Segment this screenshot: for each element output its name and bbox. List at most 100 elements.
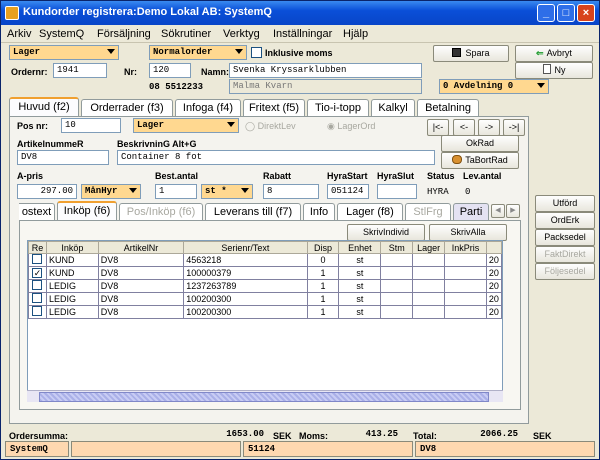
ny-button[interactable]: Ny	[515, 62, 593, 79]
row-enhet[interactable]: st	[338, 292, 382, 306]
grid-row[interactable]: LEDIG DV8 100200300 1st 20	[28, 305, 502, 319]
checkbox[interactable]	[32, 293, 43, 303]
tab-huvud[interactable]: Huvud (f2)	[9, 97, 79, 117]
row-extra[interactable]: 20	[485, 279, 502, 293]
apris-field[interactable]: 297.00	[17, 184, 77, 199]
row-enhet[interactable]: st	[338, 279, 382, 293]
row-inkpris[interactable]	[444, 266, 487, 280]
row-inkop[interactable]: LEDIG	[45, 305, 99, 319]
tab-orderrader[interactable]: Orderrader (f3)	[81, 99, 173, 117]
row-inkpris[interactable]	[444, 292, 487, 306]
nr-field[interactable]: 120	[149, 63, 191, 78]
row-enhet[interactable]: st	[338, 253, 382, 267]
row-inkpris[interactable]	[444, 253, 487, 267]
faktdirekt-button[interactable]: FaktDirekt	[535, 246, 595, 263]
col-serienr[interactable]: Serienr/Text	[183, 241, 308, 254]
row-serienr[interactable]: 100200300	[183, 292, 308, 306]
row-extra[interactable]: 20	[485, 305, 502, 319]
row-lager[interactable]	[412, 292, 446, 306]
row-artikelnr[interactable]: DV8	[97, 279, 185, 293]
row-inkpris[interactable]	[444, 305, 487, 319]
col-enhet[interactable]: Enhet	[338, 241, 382, 254]
posnr-field[interactable]: 10	[61, 118, 121, 133]
row-inkop[interactable]: KUND	[45, 266, 99, 280]
order-type-combo[interactable]: Normalorder	[149, 45, 247, 60]
row-inkpris[interactable]	[444, 279, 487, 293]
row-checkbox[interactable]: ✓	[28, 266, 47, 280]
tab-tio-i-topp[interactable]: Tio-i-topp	[307, 99, 369, 117]
tab-parti[interactable]: Parti	[453, 203, 489, 221]
tab-infoga[interactable]: Infoga (f4)	[175, 99, 241, 117]
tab-scroll-left-button[interactable]: ◀	[491, 204, 505, 218]
menu-forsaljning[interactable]: Försäljning	[97, 28, 151, 40]
minimize-button[interactable]: _	[537, 4, 555, 22]
row-disp[interactable]: 1	[306, 279, 340, 293]
scrollbar-thumb[interactable]	[39, 392, 489, 402]
row-lager-combo[interactable]: Lager	[133, 118, 239, 133]
col-extra[interactable]	[485, 241, 502, 254]
row-inkop[interactable]: LEDIG	[45, 292, 99, 306]
row-extra[interactable]: 20	[485, 266, 502, 280]
direktlev-radio[interactable]: ◯ DirektLev	[245, 121, 296, 132]
skrivindivid-button[interactable]: SkrivIndivid	[347, 224, 425, 241]
tabortrad-button[interactable]: TaBortRad	[441, 152, 519, 169]
checkbox[interactable]	[32, 306, 43, 316]
grid-row[interactable]: LEDIG DV8 1237263789 1st 20	[28, 279, 502, 293]
namn-field[interactable]: Svenka Kryssarklubben	[229, 63, 422, 78]
row-artikelnr[interactable]: DV8	[97, 253, 185, 267]
menu-hjalp[interactable]: Hjälp	[343, 28, 368, 40]
hyrastart-field[interactable]: 051124	[327, 184, 369, 199]
row-inkop[interactable]: LEDIG	[45, 279, 99, 293]
col-stm[interactable]: Stm	[380, 241, 414, 254]
spara-button[interactable]: Spara	[433, 45, 509, 62]
tab-ostext[interactable]: ostext	[19, 203, 55, 221]
hyraslut-field[interactable]	[377, 184, 417, 199]
lagerord-radio[interactable]: ◉ LagerOrd	[327, 121, 375, 132]
row-enhet[interactable]: st	[338, 266, 382, 280]
lager-combo[interactable]: Lager	[9, 45, 119, 60]
row-checkbox[interactable]	[28, 279, 47, 293]
okrad-button[interactable]: OkRad	[441, 135, 519, 152]
row-checkbox[interactable]	[28, 253, 47, 267]
title-bar[interactable]: Kundorder registrera:Demo Lokal AB: Syst…	[1, 1, 599, 25]
grid-horizontal-scrollbar[interactable]	[27, 390, 503, 402]
nav-prev-button[interactable]: <-	[453, 119, 475, 136]
row-stm[interactable]	[380, 253, 414, 267]
close-button[interactable]: ×	[577, 4, 595, 22]
col-inkop[interactable]: Inköp	[45, 241, 99, 254]
row-stm[interactable]	[380, 266, 414, 280]
col-inkpris[interactable]: InkPris	[444, 241, 487, 254]
tab-stlfrg[interactable]: StlFrg	[405, 203, 451, 221]
tab-leverans-till[interactable]: Leverans till (f7)	[205, 203, 301, 221]
row-serienr[interactable]: 100200300	[183, 305, 308, 319]
skrivalla-button[interactable]: SkrivAlla	[429, 224, 507, 241]
tab-lager[interactable]: Lager (f8)	[337, 203, 403, 221]
row-checkbox[interactable]	[28, 305, 47, 319]
col-re[interactable]: Re	[28, 241, 47, 254]
row-artikelnr[interactable]: DV8	[97, 305, 185, 319]
inkl-moms-checkbox[interactable]	[251, 47, 262, 58]
row-disp[interactable]: 1	[306, 292, 340, 306]
nav-next-button[interactable]: ->	[478, 119, 500, 136]
row-serienr[interactable]: 100000379	[183, 266, 308, 280]
avdelning-combo[interactable]: 0 Avdelning 0	[439, 79, 549, 94]
enhet-combo[interactable]: st *	[201, 184, 253, 199]
tab-info[interactable]: Info	[303, 203, 335, 221]
beskr-field[interactable]: Container 8 fot	[117, 150, 435, 165]
checkmark-icon[interactable]: ✓	[32, 268, 43, 278]
nav-first-button[interactable]: |<-	[427, 119, 449, 136]
grid-row[interactable]: ✓ KUND DV8 100000379 1st 20	[28, 266, 502, 280]
row-stm[interactable]	[380, 292, 414, 306]
row-enhet[interactable]: st	[338, 305, 382, 319]
menu-arkiv[interactable]: Arkiv	[7, 28, 31, 40]
menu-verktyg[interactable]: Verktyg	[223, 28, 260, 40]
tab-betalning[interactable]: Betalning	[417, 99, 479, 117]
packsedel-button[interactable]: Packsedel	[535, 229, 595, 246]
maximize-button[interactable]: □	[557, 4, 575, 22]
rabatt-field[interactable]: 8	[263, 184, 319, 199]
tab-fritext[interactable]: Fritext (f5)	[243, 99, 305, 117]
row-extra[interactable]: 20	[485, 253, 502, 267]
row-checkbox[interactable]	[28, 292, 47, 306]
row-lager[interactable]	[412, 266, 446, 280]
menu-systemq[interactable]: SystemQ	[39, 28, 84, 40]
